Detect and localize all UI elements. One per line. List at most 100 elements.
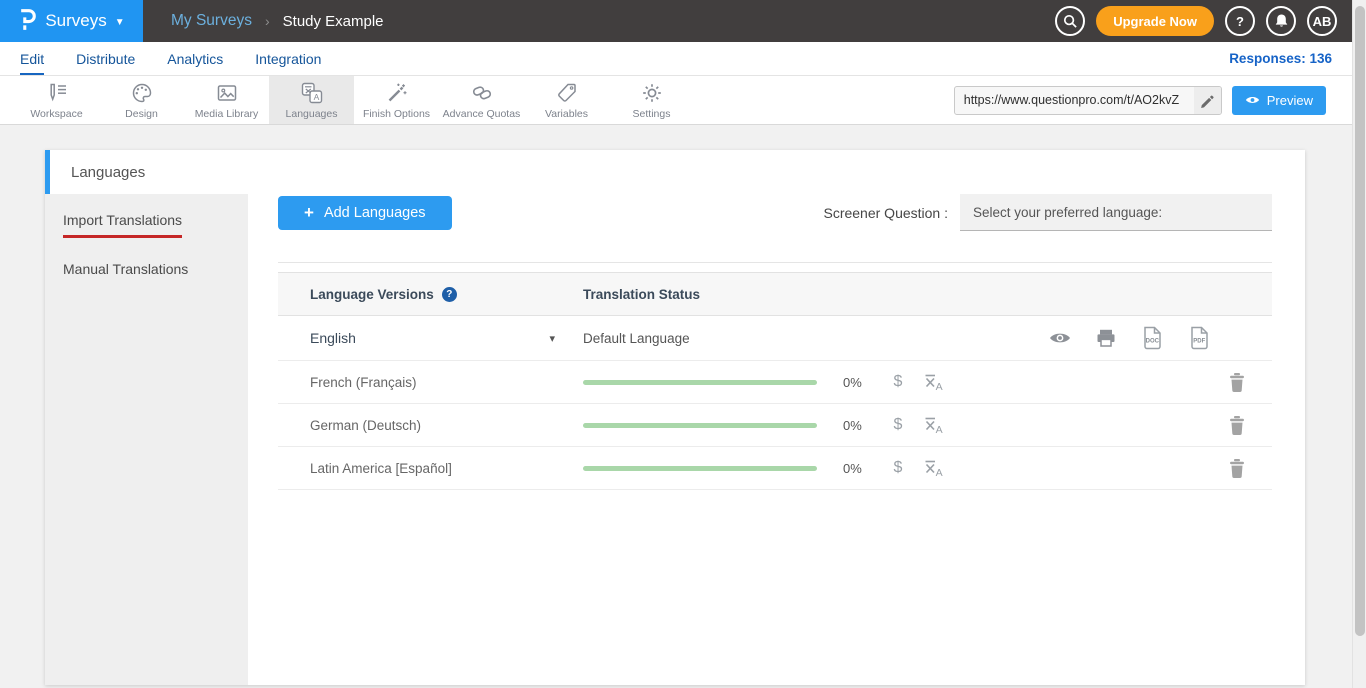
preview-eye-button[interactable] [1049, 331, 1071, 345]
product-switcher[interactable]: Surveys ▼ [0, 0, 143, 42]
pdf-file-icon: PDF [1188, 326, 1210, 350]
toolbar-item-variables[interactable]: Variables [524, 76, 609, 124]
preview-button[interactable]: Preview [1232, 86, 1326, 115]
translation-percent: 0% [843, 418, 873, 433]
doc-file-icon: DOC [1141, 326, 1163, 350]
svg-text:A: A [936, 467, 943, 478]
toolbar-item-workspace[interactable]: Workspace [14, 76, 99, 124]
screener-question-select[interactable]: Select your preferred language: [960, 194, 1272, 231]
table-row-default-language: English ▾ Default Language [278, 316, 1272, 361]
auto-translate-button[interactable]: A [923, 415, 945, 435]
svg-text:PDF: PDF [1193, 338, 1205, 344]
tab-distribute[interactable]: Distribute [76, 42, 135, 75]
sidebar-item-manual-translations[interactable]: Manual Translations [63, 261, 230, 277]
topbar-actions: Upgrade Now ? AB [1055, 6, 1352, 36]
screener-question-label: Screener Question : [823, 205, 948, 221]
pencil-icon [1200, 93, 1215, 108]
workspace-icon [45, 81, 69, 105]
edit-url-button[interactable] [1194, 86, 1221, 115]
screen: Surveys ▼ My Surveys › Study Example Upg… [0, 0, 1366, 688]
search-icon [1063, 14, 1078, 29]
language-name: French (Français) [310, 375, 417, 390]
scrollbar-thumb[interactable] [1355, 6, 1365, 636]
svg-text:A: A [936, 424, 943, 435]
trash-icon [1229, 373, 1245, 392]
translation-percent: 0% [843, 375, 873, 390]
svg-text:A: A [313, 92, 319, 102]
languages-main: + Add Languages Screener Question : Sele… [248, 150, 1305, 685]
printer-icon [1096, 329, 1116, 347]
export-pdf-button[interactable]: PDF [1188, 326, 1210, 350]
add-languages-button[interactable]: + Add Languages [278, 196, 452, 230]
search-button[interactable] [1055, 6, 1085, 36]
breadcrumb-separator-icon: › [265, 13, 270, 29]
delete-language-button[interactable] [1229, 459, 1245, 478]
responses-count[interactable]: Responses: 136 [1229, 51, 1332, 66]
paid-translation-button[interactable]: $ [887, 373, 909, 391]
auto-translate-button[interactable]: A [923, 458, 945, 478]
trash-icon [1229, 459, 1245, 478]
svg-text:A: A [936, 381, 943, 392]
translation-progress-bar [583, 466, 817, 471]
toolbar-item-advance-quotas[interactable]: Advance Quotas [439, 76, 524, 124]
media-library-icon [215, 81, 239, 105]
delete-language-button[interactable] [1229, 416, 1245, 435]
trash-icon [1229, 416, 1245, 435]
breadcrumb-current: Study Example [283, 13, 384, 30]
plus-icon: + [304, 203, 314, 223]
survey-subnav: Edit Distribute Analytics Integration Re… [0, 42, 1352, 76]
help-button[interactable]: ? [1225, 6, 1255, 36]
topbar: Surveys ▼ My Surveys › Study Example Upg… [0, 0, 1352, 42]
toolbar-right: Preview [954, 76, 1352, 124]
language-name: Latin America [Español] [310, 461, 452, 476]
paid-translation-button[interactable]: $ [887, 459, 909, 477]
design-icon [130, 81, 154, 105]
page-scrollbar[interactable] [1352, 0, 1366, 688]
finish-options-icon [385, 81, 409, 105]
toolbar-item-languages[interactable]: A Languages [269, 76, 354, 124]
toolbar-item-media-library[interactable]: Media Library [184, 76, 269, 124]
auto-translate-button[interactable]: A [923, 372, 945, 392]
eye-icon [1245, 95, 1260, 105]
chevron-down-icon: ▼ [115, 17, 125, 28]
default-language-status: Default Language [583, 331, 690, 346]
column-translation-status: Translation Status [583, 287, 700, 302]
paid-translation-button[interactable]: $ [887, 416, 909, 434]
print-button[interactable] [1096, 329, 1116, 347]
chevron-down-icon[interactable]: ▾ [549, 332, 555, 345]
breadcrumb-my-surveys[interactable]: My Surveys [171, 12, 252, 30]
tab-integration[interactable]: Integration [255, 42, 321, 75]
advance-quotas-icon [470, 81, 494, 105]
edit-toolbar: Workspace Design Media Library [0, 76, 1352, 125]
languages-sidebar: Languages Import Translations Manual Tra… [45, 150, 248, 685]
language-versions-table: Language Versions ? Translation Status E… [278, 262, 1272, 490]
default-row-actions: DOC PDF [1049, 326, 1210, 350]
toolbar-item-finish-options[interactable]: Finish Options [354, 76, 439, 124]
survey-url-box [954, 86, 1222, 115]
sidebar-title: Languages [45, 150, 248, 194]
notifications-button[interactable] [1266, 6, 1296, 36]
product-name: Surveys [45, 11, 106, 31]
delete-language-button[interactable] [1229, 373, 1245, 392]
controls-row: + Add Languages Screener Question : Sele… [278, 194, 1272, 231]
bell-icon [1274, 13, 1289, 29]
toolbar-item-design[interactable]: Design [99, 76, 184, 124]
table-header-row: Language Versions ? Translation Status [278, 272, 1272, 316]
translate-icon: A [923, 458, 945, 478]
export-doc-button[interactable]: DOC [1141, 326, 1163, 350]
sidebar-item-import-translations[interactable]: Import Translations [63, 212, 230, 238]
language-name: German (Deutsch) [310, 418, 421, 433]
table-row-latin-america: Latin America [Español] 0% $ [278, 447, 1272, 490]
settings-icon [640, 81, 664, 105]
upgrade-now-button[interactable]: Upgrade Now [1096, 6, 1214, 36]
survey-url-input[interactable] [955, 93, 1194, 107]
tab-analytics[interactable]: Analytics [167, 42, 223, 75]
tab-edit[interactable]: Edit [20, 42, 44, 75]
column-language-versions: Language Versions [310, 287, 434, 302]
toolbar-item-settings[interactable]: Settings [609, 76, 694, 124]
sidebar-panel: Import Translations Manual Translations [45, 194, 248, 685]
translate-icon: A [923, 415, 945, 435]
avatar[interactable]: AB [1307, 6, 1337, 36]
help-circle-icon[interactable]: ? [442, 287, 457, 302]
eye-icon [1049, 331, 1071, 345]
